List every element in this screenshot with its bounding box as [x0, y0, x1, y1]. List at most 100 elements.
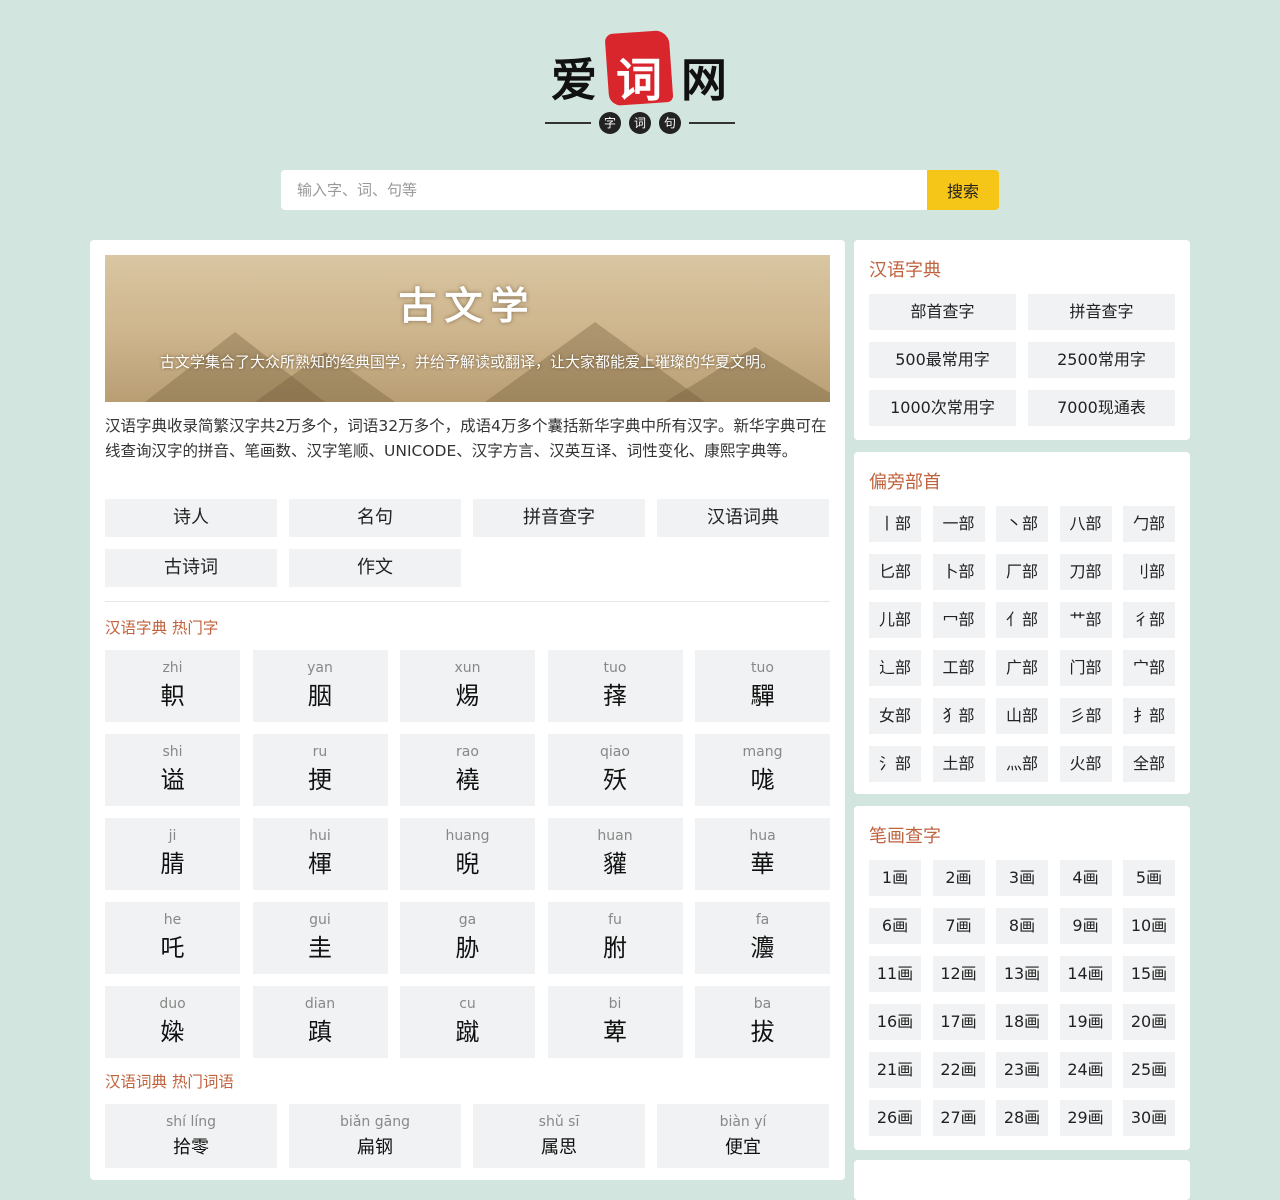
hot-char-card[interactable]: fa 灋 — [695, 902, 830, 974]
stroke-link[interactable]: 5画 — [1123, 860, 1175, 896]
link-poets[interactable]: 诗人 — [105, 499, 277, 537]
hot-char-card[interactable]: zhi 軹 — [105, 650, 240, 722]
stroke-link[interactable]: 16画 — [869, 1004, 921, 1040]
stroke-link[interactable]: 10画 — [1123, 908, 1175, 944]
link-pinyin-lookup[interactable]: 拼音查字 — [473, 499, 645, 537]
dictionary-link[interactable]: 1000次常用字 — [869, 390, 1016, 426]
stroke-link[interactable]: 9画 — [1059, 908, 1112, 944]
radical-link[interactable]: 山部 — [996, 698, 1048, 734]
radical-link[interactable]: 匕部 — [869, 554, 921, 590]
radical-link[interactable]: 土部 — [932, 746, 985, 782]
hot-char-card[interactable]: tuo 萚 — [547, 650, 683, 722]
stroke-link[interactable]: 2画 — [932, 860, 985, 896]
hot-char-card[interactable]: xun 焬 — [400, 650, 535, 722]
stroke-link[interactable]: 30画 — [1123, 1100, 1175, 1136]
dictionary-link[interactable]: 2500常用字 — [1028, 342, 1175, 378]
stroke-link[interactable]: 8画 — [996, 908, 1048, 944]
hot-word-card[interactable]: biǎn gāng 扁钢 — [289, 1104, 461, 1168]
search-button[interactable]: 搜索 — [927, 170, 999, 210]
radical-link[interactable]: 艹部 — [1059, 602, 1112, 638]
hot-char-card[interactable]: he 吒 — [105, 902, 240, 974]
hot-char-card[interactable]: ba 拔 — [695, 986, 830, 1058]
radical-link[interactable]: 儿部 — [869, 602, 921, 638]
stroke-link[interactable]: 21画 — [869, 1052, 921, 1088]
hot-char-card[interactable]: shi 谥 — [105, 734, 240, 806]
radical-link[interactable]: 厂部 — [996, 554, 1048, 590]
hot-char-card[interactable]: hui 楎 — [252, 818, 388, 890]
hot-char-card[interactable]: hua 華 — [695, 818, 830, 890]
hot-char-card[interactable]: fu 胕 — [547, 902, 683, 974]
link-ancient-poems[interactable]: 古诗词 — [105, 549, 277, 587]
radical-link[interactable]: 广部 — [996, 650, 1048, 686]
radical-link[interactable]: 卜部 — [932, 554, 985, 590]
radical-link[interactable]: 门部 — [1059, 650, 1112, 686]
hot-char-card[interactable]: mang 哤 — [695, 734, 830, 806]
radical-link[interactable]: 辶部 — [869, 650, 921, 686]
radical-link[interactable]: 刂部 — [1123, 554, 1175, 590]
hot-char-card[interactable]: qiao 殀 — [547, 734, 683, 806]
radical-link[interactable]: 全部 — [1123, 746, 1175, 782]
radical-link[interactable]: 工部 — [932, 650, 985, 686]
stroke-link[interactable]: 20画 — [1123, 1004, 1175, 1040]
radical-link[interactable]: 火部 — [1059, 746, 1112, 782]
link-essays[interactable]: 作文 — [289, 549, 461, 587]
site-logo[interactable]: 爱 词 网 字 词 句 — [545, 29, 735, 140]
radical-link[interactable]: 氵部 — [869, 746, 921, 782]
stroke-link[interactable]: 26画 — [869, 1100, 921, 1136]
stroke-link[interactable]: 18画 — [996, 1004, 1048, 1040]
stroke-link[interactable]: 25画 — [1123, 1052, 1175, 1088]
hot-char-card[interactable]: huang 晲 — [400, 818, 535, 890]
hot-char-card[interactable]: ru 挭 — [252, 734, 388, 806]
stroke-link[interactable]: 22画 — [932, 1052, 985, 1088]
hot-char-card[interactable]: yan 胭 — [252, 650, 388, 722]
stroke-link[interactable]: 19画 — [1059, 1004, 1112, 1040]
radical-link[interactable]: 亻部 — [996, 602, 1048, 638]
hot-char-card[interactable]: dian 蹎 — [252, 986, 388, 1058]
hot-char-card[interactable]: tuo 驒 — [695, 650, 830, 722]
radical-link[interactable]: 一部 — [932, 506, 985, 542]
radical-link[interactable]: 女部 — [869, 698, 921, 734]
hot-char-card[interactable]: ga 胁 — [400, 902, 535, 974]
radical-link[interactable]: 彳部 — [1123, 602, 1175, 638]
hot-char-card[interactable]: bi 萆 — [547, 986, 683, 1058]
stroke-link[interactable]: 12画 — [932, 956, 985, 992]
stroke-link[interactable]: 4画 — [1059, 860, 1112, 896]
hot-char-card[interactable]: cu 蹴 — [400, 986, 535, 1058]
dictionary-link[interactable]: 500最常用字 — [869, 342, 1016, 378]
hot-char-card[interactable]: duo 媣 — [105, 986, 240, 1058]
radical-link[interactable]: 刀部 — [1059, 554, 1112, 590]
stroke-link[interactable]: 14画 — [1059, 956, 1112, 992]
stroke-link[interactable]: 13画 — [996, 956, 1048, 992]
radical-link[interactable]: 丨部 — [869, 506, 921, 542]
hot-word-card[interactable]: shí líng 拾零 — [105, 1104, 277, 1168]
stroke-link[interactable]: 1画 — [869, 860, 921, 896]
stroke-link[interactable]: 6画 — [869, 908, 921, 944]
radical-link[interactable]: 彡部 — [1059, 698, 1112, 734]
dictionary-link[interactable]: 部首查字 — [869, 294, 1016, 330]
stroke-link[interactable]: 3画 — [996, 860, 1048, 896]
hot-char-card[interactable]: ji 腈 — [105, 818, 240, 890]
search-input[interactable] — [281, 170, 927, 210]
link-word-dictionary[interactable]: 汉语词典 — [657, 499, 829, 537]
radical-link[interactable]: 勹部 — [1123, 506, 1175, 542]
stroke-link[interactable]: 17画 — [932, 1004, 985, 1040]
radical-link[interactable]: 丶部 — [996, 506, 1048, 542]
dictionary-link[interactable]: 7000现通表 — [1028, 390, 1175, 426]
stroke-link[interactable]: 7画 — [932, 908, 985, 944]
radical-link[interactable]: 八部 — [1059, 506, 1112, 542]
banner[interactable]: 古文学 古文学集合了大众所熟知的经典国学，并给予解读或翻译，让大家都能爱上璀璨的… — [105, 255, 830, 402]
hot-char-card[interactable]: huan 貛 — [547, 818, 683, 890]
hot-word-card[interactable]: shǔ sī 属思 — [473, 1104, 645, 1168]
hot-char-card[interactable]: rao 襓 — [400, 734, 535, 806]
link-quotes[interactable]: 名句 — [289, 499, 461, 537]
dictionary-link[interactable]: 拼音查字 — [1028, 294, 1175, 330]
stroke-link[interactable]: 28画 — [996, 1100, 1048, 1136]
stroke-link[interactable]: 15画 — [1123, 956, 1175, 992]
radical-link[interactable]: 犭部 — [932, 698, 985, 734]
stroke-link[interactable]: 27画 — [932, 1100, 985, 1136]
stroke-link[interactable]: 23画 — [996, 1052, 1048, 1088]
radical-link[interactable]: 冖部 — [932, 602, 985, 638]
stroke-link[interactable]: 29画 — [1059, 1100, 1112, 1136]
hot-char-card[interactable]: gui 圭 — [252, 902, 388, 974]
stroke-link[interactable]: 24画 — [1059, 1052, 1112, 1088]
